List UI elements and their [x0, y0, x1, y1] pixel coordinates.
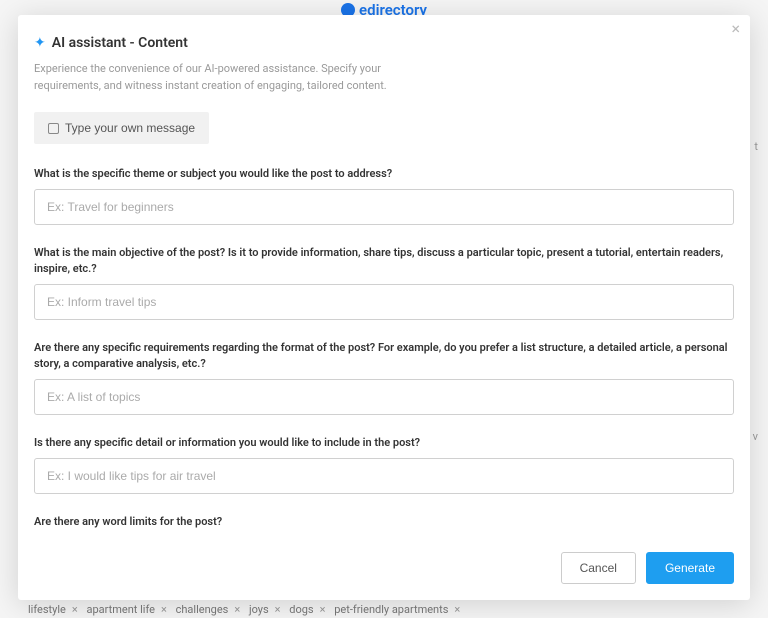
field-label: What is the main objective of the post? … [34, 245, 734, 276]
field-label: Are there any word limits for the post? [34, 514, 734, 529]
field-label: What is the specific theme or subject yo… [34, 166, 734, 181]
field-label: Are there any specific requirements rega… [34, 340, 734, 371]
tag: challenges [176, 603, 229, 616]
cancel-button[interactable]: Cancel [561, 552, 636, 584]
modal-title: AI assistant - Content [52, 35, 188, 51]
objective-input[interactable] [34, 284, 734, 320]
form-body: What is the specific theme or subject yo… [34, 166, 734, 530]
tag: pet-friendly apartments [334, 603, 448, 616]
sparkle-icon: ✦ [34, 35, 46, 51]
field-objective: What is the main objective of the post? … [34, 245, 734, 320]
modal-description: Experience the convenience of our AI-pow… [34, 61, 394, 94]
checkbox-empty-icon [48, 123, 59, 134]
bg-right-text: t [754, 140, 758, 153]
bg-tags-row: lifestyle× apartment life× challenges× j… [28, 603, 466, 616]
tag: joys [249, 603, 269, 616]
field-theme: What is the specific theme or subject yo… [34, 166, 734, 225]
field-detail: Is there any specific detail or informat… [34, 435, 734, 494]
tag: lifestyle [28, 603, 66, 616]
field-wordlimit: Are there any word limits for the post? [34, 514, 734, 530]
modal-footer: Cancel Generate [34, 530, 734, 584]
modal-header: ✦ AI assistant - Content [34, 35, 734, 51]
detail-input[interactable] [34, 458, 734, 494]
tag: dogs [289, 603, 313, 616]
close-icon[interactable]: × [731, 21, 740, 37]
generate-button[interactable]: Generate [646, 552, 734, 584]
own-message-label: Type your own message [65, 121, 195, 135]
tag: apartment life [86, 603, 155, 616]
field-label: Is there any specific detail or informat… [34, 435, 734, 450]
field-format: Are there any specific requirements rega… [34, 340, 734, 415]
theme-input[interactable] [34, 189, 734, 225]
type-own-message-button[interactable]: Type your own message [34, 112, 209, 144]
ai-assistant-modal: × ✦ AI assistant - Content Experience th… [18, 15, 750, 600]
format-input[interactable] [34, 379, 734, 415]
